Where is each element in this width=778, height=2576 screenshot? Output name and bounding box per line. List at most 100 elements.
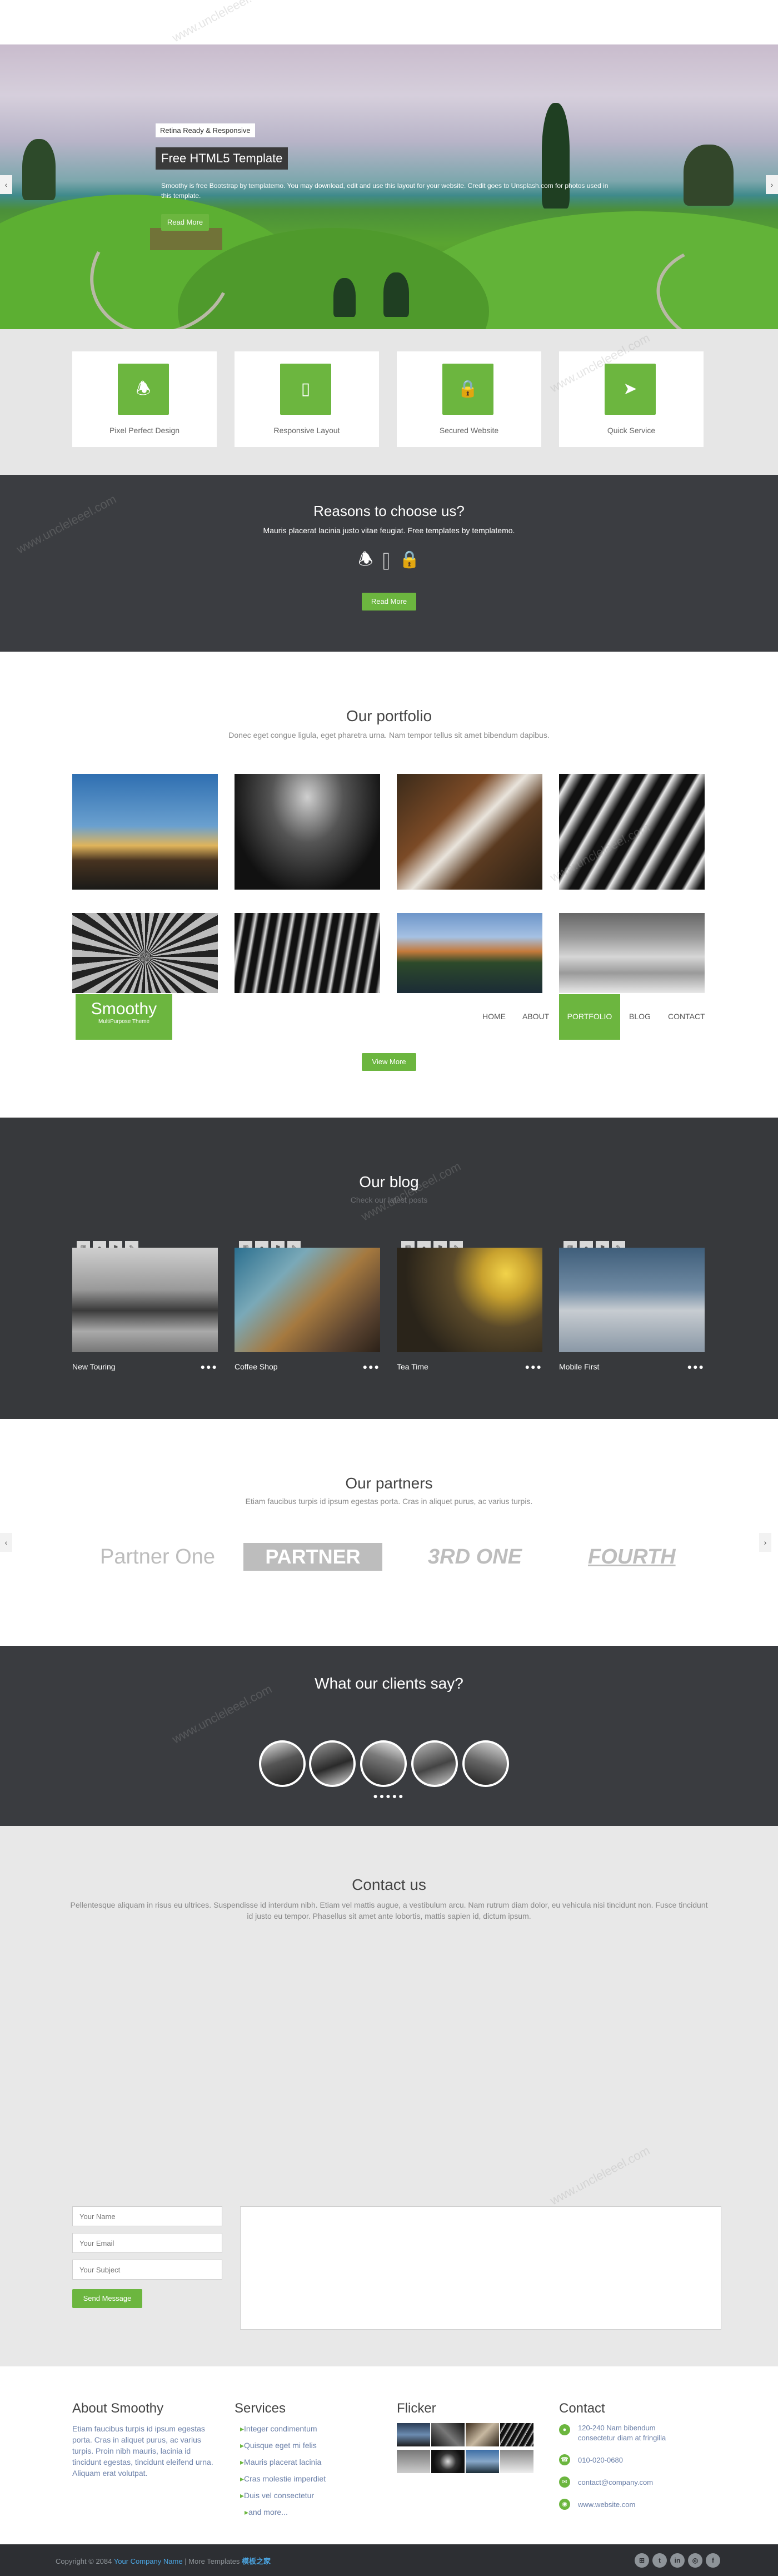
- blog-post[interactable]: ▦●⚑✎ New Touring ●●●: [72, 1241, 218, 1380]
- address-text: 120-240 Nam bibendum consectetur diam at…: [578, 2424, 666, 2442]
- flickr-thumb[interactable]: [397, 2423, 430, 2446]
- nav-contact[interactable]: CONTACT: [668, 1012, 705, 1021]
- feature-card: 🕭 Pixel Perfect Design: [72, 351, 217, 447]
- email-link[interactable]: contact@company.com: [578, 2478, 653, 2488]
- service-item[interactable]: Cras molestie imperdiet: [240, 2474, 326, 2484]
- message-textarea[interactable]: [240, 2206, 721, 2330]
- map-marker-icon: ●: [559, 2424, 570, 2435]
- portfolio-image[interactable]: [235, 913, 380, 993]
- feature-label: Pixel Perfect Design: [109, 426, 180, 435]
- flickr-thumb[interactable]: [466, 2450, 499, 2473]
- service-item-more[interactable]: and more...: [245, 2508, 288, 2517]
- more-icon[interactable]: ●●●: [363, 1362, 380, 1371]
- nav-blog[interactable]: BLOG: [629, 1012, 651, 1021]
- name-input[interactable]: [72, 2206, 222, 2226]
- hero-next-arrow[interactable]: ›: [766, 175, 778, 194]
- testimonials-section: What our clients say? ●●●●●: [0, 1646, 778, 1826]
- more-icon[interactable]: ●●●: [525, 1362, 542, 1371]
- feature-card: ▯ Responsive Layout: [235, 351, 379, 447]
- blog-image[interactable]: [235, 1248, 380, 1352]
- flickr-thumb[interactable]: [431, 2450, 465, 2473]
- dribbble-icon[interactable]: ◎: [688, 2553, 702, 2568]
- flickr-thumb[interactable]: [466, 2423, 499, 2446]
- client-avatar[interactable]: [462, 1740, 509, 1787]
- rss-icon[interactable]: ⊞: [635, 2553, 649, 2568]
- linkedin-icon[interactable]: in: [670, 2553, 685, 2568]
- client-avatar[interactable]: [360, 1740, 407, 1787]
- hero-tree: [333, 278, 356, 317]
- service-item[interactable]: Mauris placerat lacinia: [240, 2458, 321, 2467]
- map-area[interactable]: [72, 1953, 706, 2220]
- portfolio-image[interactable]: [235, 774, 380, 890]
- blog-image[interactable]: [559, 1248, 705, 1352]
- reasons-subtitle: Mauris placerat lacinia justo vitae feug…: [263, 526, 515, 535]
- lock-icon: 🔒: [399, 550, 420, 569]
- about-title: About Smoothy: [72, 2401, 164, 2416]
- more-icon[interactable]: ●●●: [201, 1362, 218, 1371]
- hero-banner: Retina Ready & Responsive Free HTML5 Tem…: [0, 44, 778, 329]
- partner-logo[interactable]: PARTNER TWO: [243, 1543, 382, 1596]
- partners-section: Our partners Etiam faucibus turpis id ip…: [0, 1419, 778, 1646]
- portfolio-title: Our portfolio: [346, 707, 432, 724]
- client-avatar[interactable]: [309, 1740, 356, 1787]
- flickr-thumb[interactable]: [431, 2423, 465, 2446]
- service-item[interactable]: Quisque eget mi felis: [240, 2441, 317, 2450]
- reasons-icons: 🕭 ▯ 🔒: [0, 547, 778, 575]
- service-item[interactable]: Integer condimentum: [240, 2424, 317, 2434]
- reasons-section: Reasons to choose us? Mauris placerat la…: [0, 475, 778, 652]
- client-avatar[interactable]: [411, 1740, 458, 1787]
- website-link[interactable]: www.website.com: [578, 2500, 635, 2510]
- partners-prev-arrow[interactable]: ‹: [0, 1533, 12, 1552]
- feature-card: 🔒 Secured Website: [397, 351, 541, 447]
- twitter-icon[interactable]: t: [652, 2553, 667, 2568]
- blog-post[interactable]: ▦●⚑✎ Coffee Shop ●●●: [235, 1241, 380, 1380]
- portfolio-subtitle: Donec eget congue ligula, eget pharetra …: [228, 731, 550, 739]
- flickr-thumb[interactable]: [500, 2450, 533, 2473]
- partner-logo[interactable]: FOURTH: [588, 1541, 676, 1572]
- hero-read-more-button[interactable]: Read More: [161, 214, 209, 231]
- feature-card: ➤ Quick Service: [559, 351, 704, 447]
- blog-image[interactable]: [397, 1248, 542, 1352]
- blog-image[interactable]: [72, 1248, 218, 1352]
- blog-post-title[interactable]: New Touring: [72, 1362, 116, 1371]
- facebook-icon[interactable]: f: [706, 2553, 720, 2568]
- nav-about[interactable]: ABOUT: [522, 1012, 549, 1021]
- more-templates-link[interactable]: 模板之家: [242, 2557, 271, 2565]
- portfolio-image[interactable]: [397, 913, 542, 993]
- partner-logo[interactable]: 3RD ONE: [428, 1541, 522, 1572]
- blog-post[interactable]: ▦●⚑✎ Mobile First ●●●: [559, 1241, 705, 1380]
- portfolio-image[interactable]: [559, 913, 705, 993]
- subject-input[interactable]: [72, 2260, 222, 2280]
- blog-post-title[interactable]: Tea Time: [397, 1362, 428, 1371]
- flickr-thumb[interactable]: [397, 2450, 430, 2473]
- chevron-left-icon: ‹: [4, 1538, 8, 1547]
- partner-logo[interactable]: Partner One: [100, 1541, 215, 1572]
- reasons-read-more-button[interactable]: Read More: [362, 593, 416, 611]
- portfolio-image[interactable]: [559, 774, 705, 890]
- service-item[interactable]: Duis vel consectetur: [240, 2491, 314, 2500]
- portfolio-image[interactable]: [72, 913, 218, 993]
- portfolio-view-more-button[interactable]: View More: [362, 1053, 416, 1071]
- copyright-bar: Copyright © 2084 Your Company Name | Mor…: [0, 2544, 778, 2576]
- features-section: 🕭 Pixel Perfect Design ▯ Responsive Layo…: [0, 329, 778, 475]
- company-link[interactable]: Your Company Name: [114, 2557, 183, 2565]
- client-avatar[interactable]: [259, 1740, 306, 1787]
- blog-post-title[interactable]: Coffee Shop: [235, 1362, 278, 1371]
- carousel-dots[interactable]: ●●●●●: [0, 1791, 778, 1800]
- blog-post-title[interactable]: Mobile First: [559, 1362, 599, 1371]
- email-input[interactable]: [72, 2233, 222, 2253]
- blog-post[interactable]: ▦●⚑✎ Tea Time ●●●: [397, 1241, 542, 1380]
- more-icon[interactable]: ●●●: [687, 1362, 705, 1371]
- nav-portfolio-active[interactable]: PORTFOLIO: [559, 994, 620, 1040]
- nav-home[interactable]: HOME: [482, 1012, 506, 1021]
- portfolio-image[interactable]: [72, 774, 218, 890]
- envelope-icon: ✉: [559, 2476, 570, 2488]
- flickr-thumb[interactable]: [500, 2423, 533, 2446]
- hero-tree: [383, 272, 409, 317]
- testimonials-title: What our clients say?: [315, 1675, 463, 1692]
- portfolio-image[interactable]: [397, 774, 542, 890]
- send-message-button[interactable]: Send Message: [72, 2289, 142, 2308]
- hero-prev-arrow[interactable]: ‹: [0, 175, 12, 194]
- partners-next-arrow[interactable]: ›: [759, 1533, 771, 1552]
- navbar-logo[interactable]: Smoothy MultiPurpose Theme: [76, 994, 172, 1040]
